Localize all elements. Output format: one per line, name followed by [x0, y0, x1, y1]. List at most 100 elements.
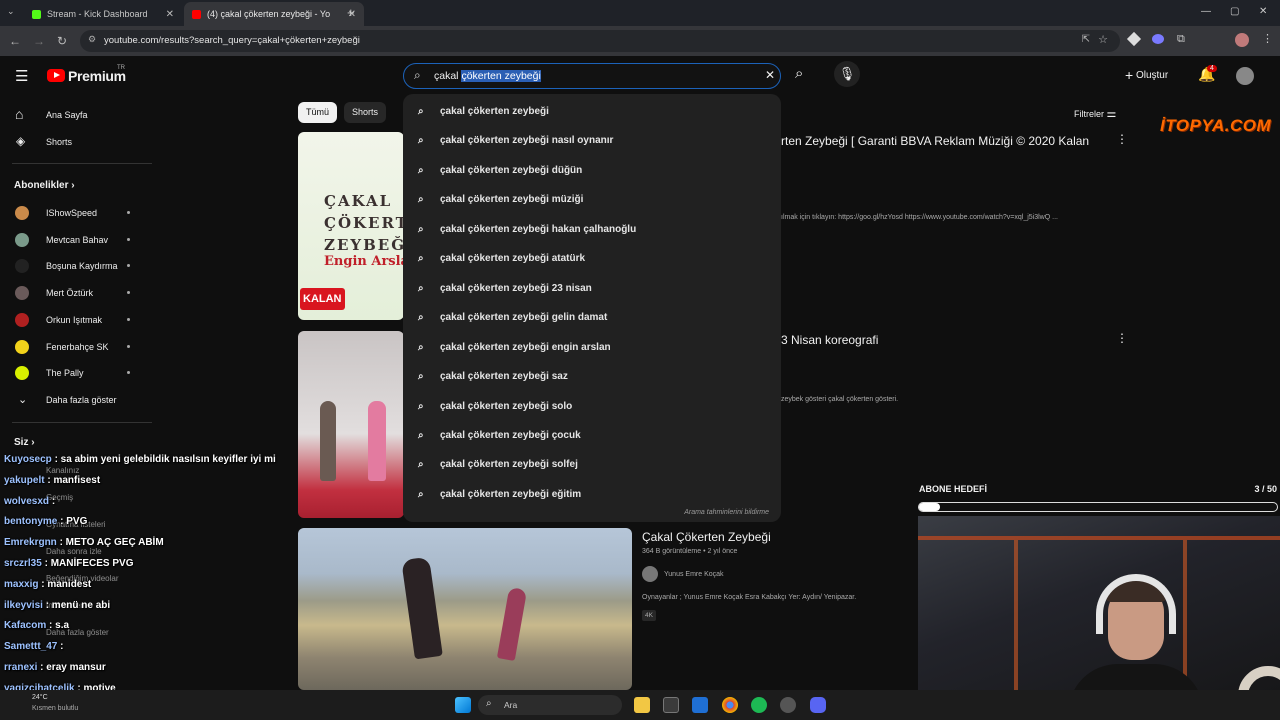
search-icon: ⌕ [418, 164, 424, 176]
search-suggestion-item[interactable]: ⌕ çakal çökerten zeybeği nasıl oynanır [403, 126, 781, 155]
video-meta: 364 B görüntüleme • 2 yıl önce [642, 548, 738, 555]
subscriptions-header[interactable]: Abonelikler › [14, 180, 75, 191]
suggestion-text: çakal çökerten zeybeği hakan çalhanoğlu [440, 223, 637, 235]
store-icon[interactable] [663, 697, 679, 713]
tab-title: Stream - Kick Dashboard [47, 9, 148, 19]
address-bar[interactable]: ⚙ youtube.com/results?search_query=çakal… [80, 30, 1120, 52]
tab-search-icon[interactable]: ⌄ [7, 6, 15, 17]
back-icon[interactable]: ← [9, 34, 21, 48]
extensions-puzzle-icon[interactable]: ⧉ [1177, 33, 1185, 46]
file-explorer-icon[interactable] [634, 697, 650, 713]
tab-youtube[interactable]: (4) çakal çökerten zeybeği - Yo ✕ [184, 2, 364, 26]
sidebar-subscription-item[interactable]: Fenerbahçe SK [0, 334, 150, 360]
search-suggestion-item[interactable]: ⌕ çakal çökerten zeybeği atatürk [403, 244, 781, 273]
chat-username: rranexi [4, 662, 38, 673]
suggestion-text: çakal çökerten zeybeği eğitim [440, 488, 582, 500]
filter-sliders-icon: ⚌ [1106, 108, 1117, 120]
search-icon: ⌕ [418, 429, 424, 441]
video-thumbnail[interactable] [298, 528, 632, 690]
channel-avatar[interactable] [642, 566, 658, 582]
kick-favicon-icon [32, 9, 41, 19]
extension-icon[interactable] [1152, 34, 1164, 44]
voice-search-icon[interactable]: 🎙 [834, 61, 860, 87]
minimize-icon[interactable]: — [1201, 6, 1211, 17]
video-title[interactable]: Çakal Çökerten Zeybeği [642, 530, 771, 544]
chip-shorts[interactable]: Shorts [344, 102, 387, 123]
account-avatar[interactable] [1236, 67, 1254, 85]
video-options-icon[interactable]: ⋮ [1116, 132, 1128, 146]
video-thumbnail[interactable]: ÇAKAL ÇÖKERTEN ZEYBEĞİ Engin Arslan KALA… [298, 132, 404, 320]
forward-icon[interactable]: → [33, 34, 45, 48]
create-button[interactable]: + Oluştur [1125, 67, 1168, 83]
reload-icon[interactable]: ↻ [57, 34, 67, 48]
site-info-icon[interactable]: ⚙ [88, 34, 96, 45]
filters-button[interactable]: Filtreler ⚌ [1074, 107, 1116, 120]
chip-all[interactable]: Tümü [298, 102, 338, 123]
browser-toolbar: ← → ↻ ⚙ youtube.com/results?search_query… [0, 26, 1280, 56]
search-suggestion-item[interactable]: ⌕ çakal çökerten zeybeği solfej [403, 450, 781, 479]
youtube-logo-icon[interactable] [47, 69, 65, 82]
close-window-icon[interactable]: ✕ [1259, 6, 1267, 17]
new-tab-icon[interactable]: + [347, 5, 355, 20]
chat-username: bentonyme [4, 516, 58, 528]
notification-badge: 4 [1207, 65, 1217, 72]
search-icon: ⌕ [418, 106, 424, 117]
video-thumbnail[interactable] [298, 331, 404, 518]
you-header[interactable]: Siz › [14, 437, 35, 448]
search-button-icon[interactable]: ⌕ [795, 65, 803, 82]
chrome-icon[interactable] [722, 697, 738, 713]
sidebar-subscription-item[interactable]: Boşuna Kaydırma [0, 253, 150, 279]
sidebar-subscription-item[interactable]: The Pally [0, 360, 150, 386]
search-suggestion-item[interactable]: ⌕ çakal çökerten zeybeği müziği [403, 185, 781, 214]
sidebar-subscription-item[interactable]: Mert Öztürk [0, 280, 150, 306]
windows-start-icon[interactable] [455, 697, 471, 713]
search-suggestion-item[interactable]: ⌕ çakal çökerten zeybeği düğün [403, 156, 781, 185]
chat-message: Kuyosecp : sa abim yeni gelebildik nasıl… [4, 454, 276, 465]
install-icon[interactable]: ⇱ [1082, 34, 1090, 45]
search-icon: ⌕ [418, 488, 424, 500]
extension-icon[interactable] [1126, 31, 1142, 47]
search-icon: ⌕ [418, 400, 424, 412]
channel-name[interactable]: Yunus Emre Koçak [664, 571, 724, 578]
chat-text: : MANİFECES PVG [44, 558, 134, 569]
maximize-icon[interactable]: ▢ [1230, 6, 1239, 17]
search-input[interactable]: ⌕ çakal çökerten zeybeği ✕ [403, 63, 781, 89]
menu-kebab-icon[interactable]: ⋮ [1262, 32, 1273, 45]
profile-avatar[interactable] [1235, 33, 1249, 47]
tab-kick-dashboard[interactable]: Stream - Kick Dashboard ✕ [24, 2, 182, 26]
sidebar-subscription-item[interactable]: Orkun Işıtmak [0, 307, 150, 333]
search-suggestion-item[interactable]: ⌕ çakal çökerten zeybeği çocuk [403, 421, 781, 450]
sidebar-subscription-item[interactable]: IShowSpeed [0, 200, 150, 226]
video-title[interactable]: 3 Nisan koreografi [781, 333, 878, 347]
chat-text: : [51, 495, 56, 507]
bookmark-star-icon[interactable]: ☆ [1098, 33, 1108, 46]
search-suggestion-item[interactable]: ⌕ çakal çökerten zeybeği eğitim [403, 480, 781, 509]
report-predictions-link[interactable]: Arama tahminlerini bildirme [684, 509, 769, 516]
search-suggestion-item[interactable]: ⌕ çakal çökerten zeybeği [403, 97, 781, 126]
chat-message: yakupelt : manfisest [4, 475, 100, 486]
app-icon[interactable] [780, 697, 796, 713]
home-icon: ⌂ [15, 106, 24, 122]
search-suggestion-item[interactable]: ⌕ çakal çökerten zeybeği 23 nisan [403, 274, 781, 303]
search-suggestion-item[interactable]: ⌕ çakal çökerten zeybeği saz [403, 362, 781, 391]
sidebar-show-more[interactable]: ⌄ Daha fazla göster [0, 387, 150, 413]
search-suggestion-item[interactable]: ⌕ çakal çökerten zeybeği hakan çalhanoğlu [403, 215, 781, 244]
search-suggestion-item[interactable]: ⌕ çakal çökerten zeybeği gelin damat [403, 303, 781, 332]
mail-icon[interactable] [692, 697, 708, 713]
clear-search-icon[interactable]: ✕ [765, 68, 775, 82]
sidebar-item-shorts[interactable]: ◈ Shorts [0, 129, 150, 155]
chat-username: maxxig [4, 578, 39, 590]
tab-close-icon[interactable]: ✕ [166, 9, 174, 20]
taskbar-search[interactable]: ⌕ Ara [478, 695, 622, 715]
goal-progress-track [918, 502, 1278, 512]
discord-icon[interactable] [810, 697, 826, 713]
chat-message: Kafacom : s.a [4, 620, 69, 631]
search-suggestion-item[interactable]: ⌕ çakal çökerten zeybeği engin arslan [403, 333, 781, 362]
spotify-icon[interactable] [751, 697, 767, 713]
sidebar-subscription-item[interactable]: Mevtcan Bahav [0, 227, 150, 253]
video-title[interactable]: rten Zeybeği [ Garanti BBVA Reklam Müziğ… [781, 134, 1089, 148]
sidebar-item-home[interactable]: ⌂ Ana Sayfa [0, 102, 150, 128]
search-suggestion-item[interactable]: ⌕ çakal çökerten zeybeği solo [403, 392, 781, 421]
video-options-icon[interactable]: ⋮ [1116, 331, 1128, 345]
hamburger-menu-icon[interactable]: ☰ [15, 67, 28, 85]
